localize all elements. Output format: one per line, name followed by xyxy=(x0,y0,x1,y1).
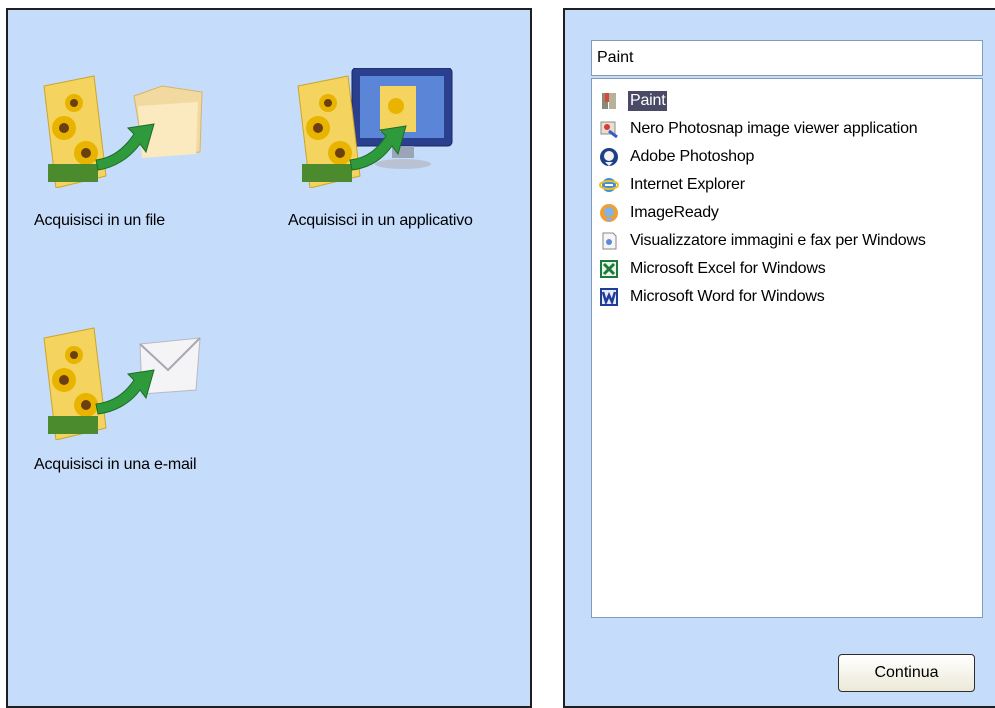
list-item-excel[interactable]: Microsoft Excel for Windows xyxy=(592,255,982,283)
list-item-word[interactable]: Microsoft Word for Windows xyxy=(592,283,982,311)
list-item-image-fax-viewer[interactable]: Visualizzatore immagini e fax per Window… xyxy=(592,227,982,255)
list-item-label: Adobe Photoshop xyxy=(630,148,755,165)
continue-button[interactable]: Continua xyxy=(838,654,975,692)
list-item-paint[interactable]: Paint xyxy=(592,87,982,115)
imageready-icon xyxy=(598,202,620,224)
list-item-label: Microsoft Word for Windows xyxy=(630,288,825,305)
list-item-internet-explorer[interactable]: Internet Explorer xyxy=(592,171,982,199)
application-picker-panel: Paint Nero Photosnap image viewer applic… xyxy=(563,8,995,708)
list-item-label: Microsoft Excel for Windows xyxy=(630,260,826,277)
internet-explorer-icon xyxy=(598,174,620,196)
acquire-to-file-label: Acquisisci in un file xyxy=(34,212,165,229)
acquire-to-application-label: Acquisisci in un applicativo xyxy=(288,212,473,229)
list-item-label: ImageReady xyxy=(630,204,719,221)
acquire-to-application-option[interactable]: Acquisisci in un applicativo xyxy=(288,68,528,288)
list-item-nero-photosnap[interactable]: Nero Photosnap image viewer application xyxy=(592,115,982,143)
list-item-photoshop[interactable]: Adobe Photoshop xyxy=(592,143,982,171)
acquire-to-email-option[interactable]: Acquisisci in una e-mail xyxy=(34,320,254,540)
application-list[interactable]: Paint Nero Photosnap image viewer applic… xyxy=(591,78,983,618)
word-icon xyxy=(598,286,620,308)
list-item-label: Paint xyxy=(628,91,668,111)
application-input[interactable] xyxy=(591,40,983,76)
list-item-imageready[interactable]: ImageReady xyxy=(592,199,982,227)
acquire-to-file-icon xyxy=(43,75,203,188)
list-item-label: Internet Explorer xyxy=(630,176,745,193)
acquire-options-panel: Acquisisci in un file Acquisisci in un a… xyxy=(6,8,532,708)
paint-icon xyxy=(598,90,620,112)
acquire-to-file-option[interactable]: Acquisisci in un file xyxy=(34,68,234,288)
acquire-to-email-icon xyxy=(43,327,201,440)
acquire-to-email-label: Acquisisci in una e-mail xyxy=(34,456,197,473)
photoshop-icon xyxy=(598,146,620,168)
nero-photosnap-icon xyxy=(598,118,620,140)
image-fax-viewer-icon xyxy=(598,230,620,252)
list-item-label: Visualizzatore immagini e fax per Window… xyxy=(630,232,926,249)
excel-icon xyxy=(598,258,620,280)
acquire-to-application-icon xyxy=(297,68,453,188)
list-item-label: Nero Photosnap image viewer application xyxy=(630,120,918,137)
